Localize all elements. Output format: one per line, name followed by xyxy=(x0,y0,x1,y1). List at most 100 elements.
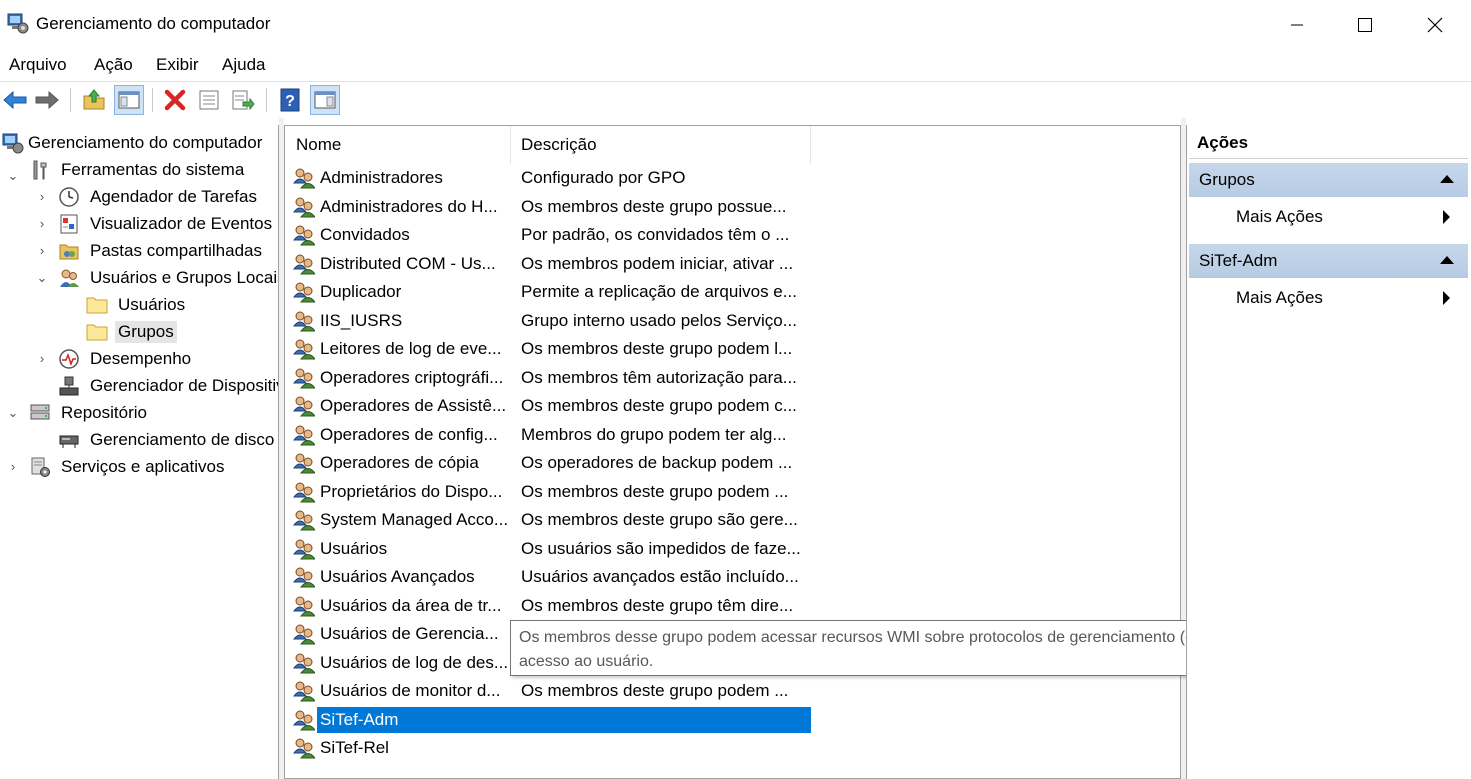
tree-item-desempenho[interactable]: › Desempenho xyxy=(35,345,194,372)
group-name: Usuários de Gerencia... xyxy=(320,624,499,643)
column-header-descricao[interactable]: Descrição xyxy=(511,126,811,164)
close-icon[interactable] xyxy=(1400,0,1470,49)
actions-group-title: Grupos xyxy=(1199,170,1255,189)
tree-item-gerenciamento-disco[interactable]: Gerenciamento de disco xyxy=(58,426,277,453)
menu-bar: Arquivo Ação Exibir Ajuda xyxy=(0,50,1471,80)
export-list-icon[interactable] xyxy=(228,85,258,115)
list-item[interactable]: Administradores do H... Os membros deste … xyxy=(285,193,845,221)
computer-management-icon xyxy=(2,132,24,154)
action-mais-acoes-grupos[interactable]: Mais Ações xyxy=(1189,201,1468,233)
list-item[interactable]: Usuários Avançados Usuários avançados est… xyxy=(285,563,845,591)
group-name: Administradores do H... xyxy=(320,196,498,216)
tree-item-visualizador[interactable]: › Visualizador de Eventos xyxy=(35,210,275,237)
services-apps-icon xyxy=(29,456,51,478)
group-name: Usuários de log de des... xyxy=(320,652,508,672)
list-item[interactable]: Usuários da área de tr... Os membros dest… xyxy=(285,592,845,620)
list-item[interactable]: Duplicador Permite a replicação de arquiv… xyxy=(285,278,845,306)
tree-label: Usuários e Grupos Locais xyxy=(90,267,279,287)
tree-item-servicos[interactable]: › Serviços e aplicativos xyxy=(6,453,227,480)
tree-label: Repositório xyxy=(61,402,147,422)
chevron-right-icon[interactable]: › xyxy=(35,351,49,366)
group-icon xyxy=(293,368,315,388)
performance-icon xyxy=(58,348,80,370)
task-scheduler-icon xyxy=(58,186,80,208)
tree-item-agendador[interactable]: › Agendador de Tarefas xyxy=(35,183,260,210)
group-icon xyxy=(293,681,315,702)
list-item[interactable]: Operadores de config... Membros do grupo … xyxy=(285,421,845,449)
list-item[interactable]: Operadores de Assistê... Os membros deste… xyxy=(285,392,845,420)
list-item[interactable]: Distributed COM - Us... Os membros podem … xyxy=(285,250,845,278)
list-item[interactable]: Usuários Os usuários são impedidos de faz… xyxy=(285,535,845,563)
column-header-nome[interactable]: Nome xyxy=(285,126,511,164)
list-item[interactable]: System Managed Acco... Os membros deste g… xyxy=(285,506,845,534)
group-description: Os membros podem iniciar, ativar ... xyxy=(521,253,794,273)
collapse-up-icon[interactable] xyxy=(1440,256,1454,264)
menu-exibir[interactable]: Exibir xyxy=(156,55,199,75)
actions-group-grupos[interactable]: Grupos xyxy=(1189,163,1468,197)
help-icon[interactable]: ? xyxy=(275,85,305,115)
action-mais-acoes-sitef[interactable]: Mais Ações xyxy=(1189,282,1468,314)
list-item[interactable]: Operadores criptográfi... Os membros têm … xyxy=(285,364,845,392)
tree-item-grupos[interactable]: Grupos xyxy=(86,318,177,345)
action-label: Mais Ações xyxy=(1236,207,1323,226)
tree-item-usuarios-grupos[interactable]: ⌄ Usuários e Grupos Locais xyxy=(35,264,279,291)
list-item[interactable]: SiTef-Adm xyxy=(285,706,845,734)
collapse-up-icon[interactable] xyxy=(1440,175,1454,183)
delete-icon[interactable] xyxy=(160,85,190,115)
tree-item-gerenciador-dispositivos[interactable]: Gerenciador de Dispositivos xyxy=(58,372,278,399)
submenu-arrow-icon xyxy=(1443,210,1450,224)
title-bar: Gerenciamento do computador xyxy=(0,0,1471,49)
group-icon xyxy=(293,482,315,502)
minimize-icon[interactable] xyxy=(1262,0,1332,49)
chevron-down-icon[interactable]: ⌄ xyxy=(6,168,20,183)
group-icon xyxy=(293,425,315,445)
list-item[interactable]: SiTef-Rel xyxy=(285,734,845,762)
actions-group-sitef-adm[interactable]: SiTef-Adm xyxy=(1189,244,1468,278)
chevron-right-icon[interactable]: › xyxy=(6,459,20,474)
show-hide-action-pane-icon[interactable] xyxy=(310,85,340,115)
tree-item-repositorio[interactable]: ⌄ Repositório xyxy=(6,399,150,426)
disk-management-icon xyxy=(58,429,80,451)
group-description: Usuários avançados estão incluído... xyxy=(521,567,799,586)
maximize-icon[interactable] xyxy=(1330,0,1400,49)
show-hide-tree-icon[interactable] xyxy=(114,85,144,115)
tree-item-ferramentas[interactable]: ⌄ Ferramentas do sistema xyxy=(6,156,247,183)
list-item[interactable]: Leitores de log de eve... Os membros dest… xyxy=(285,335,845,363)
group-icon xyxy=(293,453,315,474)
forward-arrow-icon[interactable] xyxy=(32,85,62,115)
chevron-right-icon[interactable]: › xyxy=(35,243,49,258)
list-item[interactable]: Proprietários do Dispo... Os membros dest… xyxy=(285,478,845,506)
group-name: Proprietários do Dispo... xyxy=(320,481,503,501)
chevron-down-icon[interactable]: ⌄ xyxy=(6,405,20,420)
menu-ajuda[interactable]: Ajuda xyxy=(222,55,265,75)
list-item[interactable]: Operadores de cópia Os operadores de back… xyxy=(285,449,845,477)
group-name: Usuários xyxy=(320,538,388,558)
group-name: SiTef-Adm xyxy=(320,709,399,729)
group-name: System Managed Acco... xyxy=(320,510,508,529)
chevron-right-icon[interactable]: › xyxy=(35,189,49,204)
tree-label: Gerenciador de Dispositivos xyxy=(90,375,278,395)
list-item[interactable]: Usuários de monitor d... Os membros deste… xyxy=(285,677,845,705)
tree-item-gerenciamento[interactable]: Gerenciamento do computador xyxy=(2,129,265,156)
list-item[interactable]: IIS_IUSRS Grupo interno usado pelos Servi… xyxy=(285,307,845,335)
list-item[interactable]: Administradores Configurado por GPO xyxy=(285,164,845,192)
group-name: Usuários de monitor d... xyxy=(320,681,501,700)
folder-icon xyxy=(86,294,108,316)
menu-acao[interactable]: Ação xyxy=(94,55,133,75)
tree-label: Agendador de Tarefas xyxy=(90,186,257,206)
tree-item-pastas[interactable]: › Pastas compartilhadas xyxy=(35,237,265,264)
group-icon xyxy=(293,197,315,217)
tree-item-usuarios[interactable]: Usuários xyxy=(86,291,188,318)
back-arrow-icon[interactable] xyxy=(0,85,30,115)
group-description: Os membros deste grupo podem ... xyxy=(521,481,789,501)
list-item[interactable]: Convidados Por padrão, os convidados têm … xyxy=(285,221,845,249)
chevron-down-icon[interactable]: ⌄ xyxy=(35,270,49,285)
properties-icon[interactable] xyxy=(194,85,224,115)
tree-label: Serviços e aplicativos xyxy=(61,456,225,476)
group-name: Administradores xyxy=(320,168,443,187)
menu-arquivo[interactable]: Arquivo xyxy=(9,55,67,75)
up-folder-icon[interactable] xyxy=(79,85,109,115)
tree-label: Gerenciamento de disco xyxy=(90,429,275,449)
chevron-right-icon[interactable]: › xyxy=(35,216,49,231)
tree-label: Desempenho xyxy=(90,348,192,368)
